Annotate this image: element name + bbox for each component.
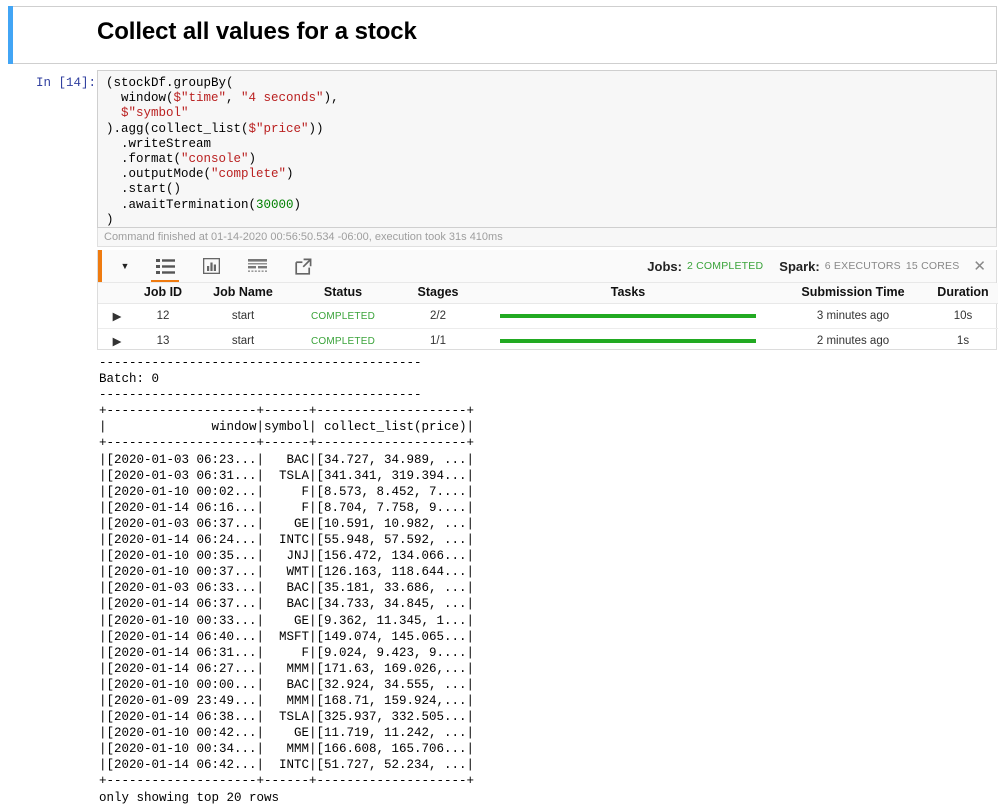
- code-token: ).agg(collect_list(: [106, 122, 249, 136]
- spark-label: Spark:: [779, 259, 819, 274]
- open-external-icon[interactable]: [280, 250, 326, 282]
- code-token: 30000: [256, 198, 294, 212]
- code-token: .outputMode(: [106, 167, 211, 181]
- console-output: ----------------------------------------…: [99, 355, 989, 806]
- jobs-col-tasks[interactable]: Tasks: [478, 283, 778, 304]
- input-prompt-label: In [14]:: [36, 76, 94, 90]
- spark-accent-bar: [98, 250, 102, 282]
- jobs-col-submission-time[interactable]: Submission Time: [778, 283, 928, 304]
- code-token: [106, 106, 121, 120]
- table-row[interactable]: ▶13start COMPLETED 1/1 2 minutes ago1s: [98, 329, 998, 354]
- code-token: .awaitTermination(: [106, 198, 256, 212]
- cell-tasks-progress: [478, 304, 778, 329]
- spark-jobs-panel: ▼: [97, 250, 997, 350]
- status-badge-label: COMPLETED: [311, 336, 375, 347]
- cell-submission-time: 3 minutes ago: [778, 304, 928, 329]
- spark-view-tabs: [142, 250, 326, 282]
- jobs-label: Jobs:: [647, 259, 682, 274]
- code-token: $"time": [174, 91, 227, 105]
- code-token: ): [286, 167, 294, 181]
- row-expand-icon[interactable]: ▶: [98, 329, 128, 354]
- code-token: .writeStream: [106, 137, 211, 151]
- command-finished-status: Command finished at 01-14-2020 00:56:50.…: [97, 228, 997, 247]
- progress-bar-track: [500, 314, 756, 318]
- spark-panel-collapse-toggle[interactable]: ▼: [112, 250, 138, 282]
- status-badge: COMPLETED: [288, 329, 398, 354]
- cell-tasks-progress: [478, 329, 778, 354]
- jobs-col-stages[interactable]: Stages: [398, 283, 478, 304]
- cell-duration: 10s: [928, 304, 998, 329]
- cell-selection-marker: [8, 6, 13, 64]
- jobs-table-header-row: Job ID Job Name Status Stages Tasks Subm…: [98, 283, 998, 304]
- cell-job-id: 13: [128, 329, 198, 354]
- cell-job-name: start: [198, 304, 288, 329]
- cell-submission-time: 2 minutes ago: [778, 329, 928, 354]
- cell-stages: 2/2: [398, 304, 478, 329]
- progress-bar-track: [500, 339, 756, 343]
- status-badge: COMPLETED: [288, 304, 398, 329]
- spark-toolbar: ▼: [98, 250, 996, 283]
- spark-status-summary: Jobs: 2 COMPLETED Spark: 6 EXECUTORS 15 …: [647, 250, 990, 282]
- cell-job-name: start: [198, 329, 288, 354]
- code-token: $"symbol": [121, 106, 189, 120]
- code-token: ): [249, 152, 257, 166]
- code-token: $"price": [249, 122, 309, 136]
- code-token: .format(: [106, 152, 181, 166]
- code-token: "complete": [211, 167, 286, 181]
- code-token: ),: [324, 91, 339, 105]
- jobs-col-status[interactable]: Status: [288, 283, 398, 304]
- timeline-icon[interactable]: [234, 250, 280, 282]
- jobs-status-value: 2 COMPLETED: [687, 260, 763, 272]
- spark-cores-value: 15 CORES: [906, 260, 960, 272]
- spark-jobs-table: Job ID Job Name Status Stages Tasks Subm…: [98, 283, 998, 353]
- code-token: ): [294, 198, 302, 212]
- cell-job-id: 12: [128, 304, 198, 329]
- status-badge-label: COMPLETED: [311, 311, 375, 322]
- code-token: "console": [181, 152, 249, 166]
- jobs-col-job-name[interactable]: Job Name: [198, 283, 288, 304]
- code-token: (stockDf.groupBy(: [106, 76, 234, 90]
- table-row[interactable]: ▶12start COMPLETED 2/2 3 minutes ago10s: [98, 304, 998, 329]
- jobs-col-expand: [98, 283, 128, 304]
- code-token: )): [309, 122, 324, 136]
- progress-bar-fill: [500, 339, 756, 343]
- code-token: ,: [226, 91, 241, 105]
- jobs-col-job-id[interactable]: Job ID: [128, 283, 198, 304]
- code-token: .start(): [106, 182, 181, 196]
- progress-bar-fill: [500, 314, 756, 318]
- code-token: window(: [106, 91, 174, 105]
- jobs-col-duration[interactable]: Duration: [928, 283, 998, 304]
- code-token: ): [106, 213, 114, 227]
- page-title: Collect all values for a stock: [97, 18, 417, 46]
- close-icon[interactable]: ✕: [973, 259, 986, 274]
- code-token: "4 seconds": [241, 91, 324, 105]
- code-input-cell[interactable]: (stockDf.groupBy( window($"time", "4 sec…: [97, 70, 997, 228]
- cell-duration: 1s: [928, 329, 998, 354]
- cell-stages: 1/1: [398, 329, 478, 354]
- row-expand-icon[interactable]: ▶: [98, 304, 128, 329]
- bar-chart-icon[interactable]: [188, 250, 234, 282]
- jobs-list-icon[interactable]: [142, 250, 188, 282]
- spark-executors-value: 6 EXECUTORS: [825, 260, 901, 272]
- code-source: (stockDf.groupBy( window($"time", "4 sec…: [106, 76, 988, 228]
